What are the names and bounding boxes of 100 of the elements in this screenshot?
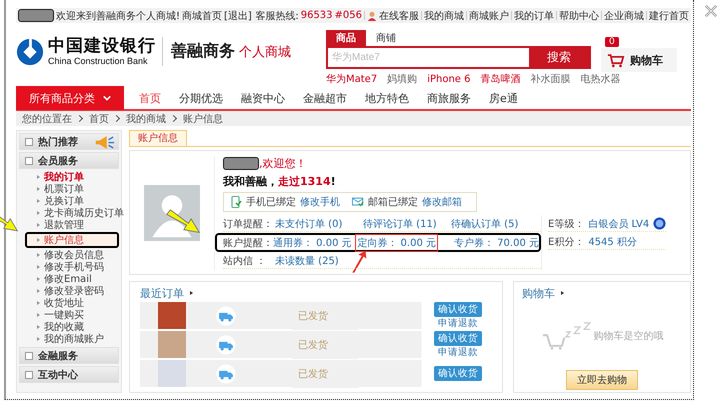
sidebar-item-label: 我的商城账户: [44, 332, 104, 346]
sub-brand: 个人商城: [239, 44, 291, 60]
online-service-link[interactable]: 在线客服: [379, 8, 419, 22]
nav-tab[interactable]: 首页: [130, 90, 170, 106]
search-tab[interactable]: 商品: [326, 30, 366, 46]
sidebar-item-label: 龙卡商城历史订单: [44, 206, 124, 220]
reminder-link[interactable]: 未读数量 (25): [275, 254, 363, 268]
account-tab[interactable]: 账户信息: [129, 130, 187, 146]
go-shopping-button[interactable]: 立即去购物: [566, 370, 638, 390]
top-link[interactable]: 商城首页: [182, 8, 222, 22]
top-link[interactable]: 建行首页: [649, 8, 689, 22]
sidebar-section-header[interactable]: 热门推荐: [19, 133, 119, 150]
sidebar-item[interactable]: 收货地址: [19, 297, 119, 309]
bank-name-english: China Construction Bank: [48, 56, 149, 66]
reminder-link[interactable]: 未支付订单 (0): [275, 216, 363, 230]
nav-tab[interactable]: 分期优选: [170, 90, 232, 106]
callout-arrow: [351, 250, 368, 274]
cart-button[interactable]: 购物车: [601, 48, 677, 72]
categories-button[interactable]: 所有商品分类: [16, 86, 124, 110]
search-tab[interactable]: 商铺: [366, 30, 406, 46]
breadcrumb-link[interactable]: 我的商城: [126, 112, 166, 126]
reminder-link[interactable]: 待确认订单 (5): [451, 216, 539, 230]
bullet-icon: [37, 277, 40, 281]
refund-link[interactable]: 申请退款: [438, 316, 478, 330]
sidebar-item-label: 修改登录密码: [44, 284, 104, 298]
nav-tab[interactable]: 房e通: [480, 90, 527, 106]
reminder-link[interactable]: 定向券： 0.00 元: [357, 236, 436, 250]
search-button[interactable]: 搜索: [529, 48, 589, 67]
hot-word-link[interactable]: 青岛啤酒: [480, 72, 520, 86]
sidebar-item[interactable]: 修改手机号码: [19, 261, 119, 273]
sidebar-item[interactable]: 一键购买: [19, 309, 119, 321]
sidebar-item-label: 修改会员信息: [44, 248, 104, 262]
hot-word-link[interactable]: 华为Mate7: [326, 72, 378, 86]
panel-title[interactable]: 购物车: [522, 286, 555, 300]
person-icon: [367, 10, 377, 20]
product-photo-placeholder: [158, 360, 186, 387]
hotline-extension: #056: [334, 10, 362, 21]
nav-tab[interactable]: 地方特色: [356, 90, 418, 106]
panel-title[interactable]: 最近订单: [140, 286, 184, 300]
redacted-block: [223, 157, 259, 170]
motto-text: 我和善融，走过1314!: [223, 174, 337, 189]
reminder-label: 账户提醒：: [223, 236, 273, 250]
sidebar-item-label: 退款管理: [44, 218, 84, 232]
sidebar-item-label: 我的收藏: [44, 320, 84, 334]
nav-tab[interactable]: 金融超市: [294, 90, 356, 106]
hot-word-link[interactable]: 妈填购: [387, 72, 418, 86]
nav-tab[interactable]: 融资中心: [232, 90, 294, 106]
bullet-icon: [37, 289, 40, 293]
bullet-icon: [37, 199, 40, 203]
reminder-link[interactable]: 专户券： 70.00 元: [454, 236, 539, 250]
reminder-link[interactable]: 待评论订单 (11): [363, 216, 451, 230]
top-link[interactable]: 企业商城: [604, 8, 644, 22]
binding-link[interactable]: 修改手机: [300, 195, 340, 209]
sidebar-item[interactable]: 我的收藏: [19, 321, 119, 333]
sidebar-item-label: 账户信息: [44, 234, 84, 247]
sidebar-item[interactable]: 退款管理: [19, 219, 119, 231]
binding-status: 手机已绑定: [246, 196, 296, 209]
breadcrumb-link[interactable]: 首页: [89, 112, 109, 126]
sidebar-item[interactable]: 修改Email: [19, 273, 119, 285]
sidebar-section-header[interactable]: 金融服务: [19, 347, 119, 364]
reminder-label: 订单提醒：: [223, 218, 274, 230]
sidebar-item[interactable]: 修改会员信息: [19, 249, 119, 261]
bullet-icon: [37, 238, 40, 242]
top-link[interactable]: 我的订单: [514, 8, 554, 22]
hot-word-link[interactable]: 电热水器: [580, 72, 620, 86]
sidebar-item[interactable]: 兑换订单: [19, 195, 119, 207]
nav-tab[interactable]: 商旅服务: [418, 90, 480, 106]
sidebar-item-label: 我的订单: [44, 170, 84, 184]
sidebar-item[interactable]: 修改登录密码: [19, 285, 119, 297]
sidebar-item[interactable]: 我的商城账户: [19, 333, 119, 345]
product-photo-placeholder: [158, 302, 186, 329]
sidebar-item-label: 修改Email: [44, 273, 92, 286]
top-link[interactable]: 帮助中心: [559, 8, 599, 22]
bullet-icon: [37, 325, 40, 329]
sidebar-section-header[interactable]: 会员服务: [19, 152, 119, 169]
hot-word-link[interactable]: 补水面膜: [530, 72, 570, 86]
search-box[interactable]: 华为Mate7 搜索: [326, 46, 591, 69]
bullet-icon: [37, 265, 40, 269]
bullet-icon: [37, 223, 40, 227]
breadcrumb-link[interactable]: 账户信息: [183, 112, 223, 126]
level-label: E等级：: [548, 218, 584, 230]
sidebar-item-label: 兑换订单: [44, 194, 84, 208]
top-link[interactable]: [退出]: [224, 8, 252, 22]
bullet-icon: [37, 337, 40, 341]
refund-link[interactable]: 申请退款: [438, 346, 478, 358]
top-link[interactable]: 我的商城: [424, 8, 464, 22]
truck-icon: [216, 306, 236, 326]
bullet-icon: [37, 301, 40, 305]
hot-word-link[interactable]: iPhone 6: [427, 74, 470, 84]
mail-icon: [352, 196, 364, 208]
top-link[interactable]: 商城账户: [469, 8, 509, 22]
redacted-block: [18, 9, 54, 22]
reminder-link[interactable]: 通用券： 0.00 元: [273, 236, 358, 250]
binding-link[interactable]: 修改邮箱: [422, 195, 462, 209]
sidebar-item[interactable]: 机票订单: [19, 183, 119, 195]
sidebar-section-title: 互动中心: [38, 368, 78, 382]
truck-icon: [216, 364, 236, 384]
sidebar-item[interactable]: 我的订单: [19, 171, 119, 183]
close-icon[interactable]: [704, 4, 718, 18]
sidebar-section-header[interactable]: 互动中心: [19, 366, 119, 383]
